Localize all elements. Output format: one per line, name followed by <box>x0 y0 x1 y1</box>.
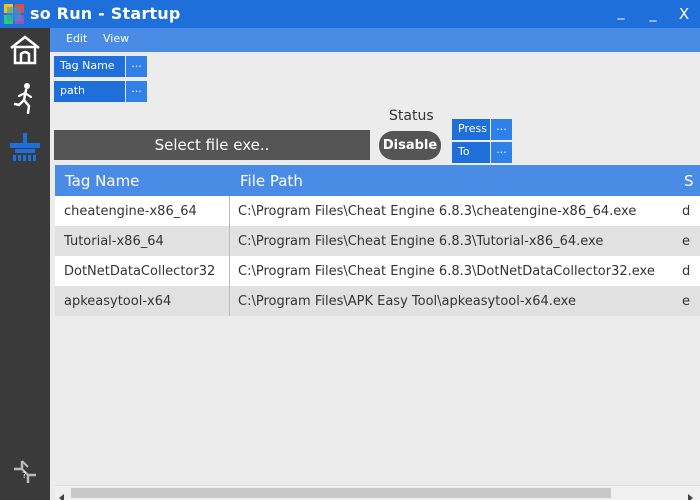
cell-status: e <box>682 234 690 249</box>
disable-button[interactable]: Disable <box>379 131 441 160</box>
startup-icon <box>10 133 40 167</box>
path-browse-button[interactable]: ... <box>126 81 147 102</box>
menu-edit[interactable]: Edit <box>66 32 87 45</box>
sidebar: ? <box>0 28 50 500</box>
cell-file-path: C:\Program Files\Cheat Engine 6.8.3\DotN… <box>238 264 655 279</box>
scroll-left-arrow-icon[interactable] <box>57 488 67 500</box>
scrollbar-thumb[interactable] <box>71 488 611 498</box>
home-icon <box>9 35 41 69</box>
menu-view[interactable]: View <box>103 32 129 45</box>
column-header-status[interactable]: S <box>684 172 694 190</box>
tag-name-label: Tag Name <box>54 56 125 77</box>
horizontal-scrollbar[interactable] <box>55 485 700 500</box>
sidebar-item-run[interactable] <box>5 80 45 120</box>
column-divider <box>229 196 230 316</box>
sidebar-item-help[interactable]: ? <box>5 454 45 494</box>
table-row[interactable]: Tutorial-x86_64 C:\Program Files\Cheat E… <box>55 226 700 256</box>
cell-status: d <box>682 264 691 279</box>
table-row[interactable]: DotNetDataCollector32 C:\Program Files\C… <box>55 256 700 286</box>
cell-tag-name: Tutorial-x86_64 <box>64 234 164 249</box>
tag-name-browse-button[interactable]: ... <box>126 56 147 77</box>
table-row[interactable]: cheatengine-x86_64 C:\Program Files\Chea… <box>55 196 700 226</box>
cell-file-path: C:\Program Files\APK Easy Tool\apkeasyto… <box>238 294 576 309</box>
cell-file-path: C:\Program Files\Cheat Engine 6.8.3\Tuto… <box>238 234 604 249</box>
sidebar-item-home[interactable] <box>5 32 45 72</box>
column-header-tag-name[interactable]: Tag Name <box>65 172 139 190</box>
cell-status: d <box>682 204 691 219</box>
cell-tag-name: cheatengine-x86_64 <box>64 204 197 219</box>
help-puzzle-icon: ? <box>10 457 40 491</box>
cell-file-path: C:\Program Files\Cheat Engine 6.8.3\chea… <box>238 204 637 219</box>
press-browse-button[interactable]: ... <box>491 119 512 140</box>
to-label: To <box>452 142 490 163</box>
menu-bar: Edit View <box>50 28 700 52</box>
minimize-button[interactable]: _ <box>608 0 634 24</box>
cell-status: e <box>682 294 690 309</box>
scroll-right-arrow-icon[interactable] <box>685 488 695 500</box>
table-row[interactable]: apkeasytool-x64 C:\Program Files\APK Eas… <box>55 286 700 316</box>
column-header-file-path[interactable]: File Path <box>240 172 303 190</box>
press-label: Press <box>452 119 490 140</box>
title-bar: so Run - Startup _ _ X <box>0 0 700 28</box>
maximize-button[interactable]: _ <box>640 2 666 26</box>
select-file-button[interactable]: Select file exe.. <box>54 130 370 160</box>
close-button[interactable]: X <box>671 2 697 26</box>
status-label: Status <box>389 108 434 124</box>
app-icon <box>4 4 24 24</box>
sidebar-item-startup[interactable] <box>5 130 45 170</box>
to-browse-button[interactable]: ... <box>491 142 512 163</box>
running-person-icon <box>12 82 38 118</box>
table-header: Tag Name File Path S <box>55 165 700 196</box>
path-label: path <box>54 81 125 102</box>
svg-text:?: ? <box>22 471 27 481</box>
window-title: so Run - Startup <box>30 4 181 23</box>
cell-tag-name: apkeasytool-x64 <box>64 294 172 309</box>
cell-tag-name: DotNetDataCollector32 <box>64 264 216 279</box>
startup-table: Tag Name File Path S cheatengine-x86_64 … <box>55 165 700 485</box>
